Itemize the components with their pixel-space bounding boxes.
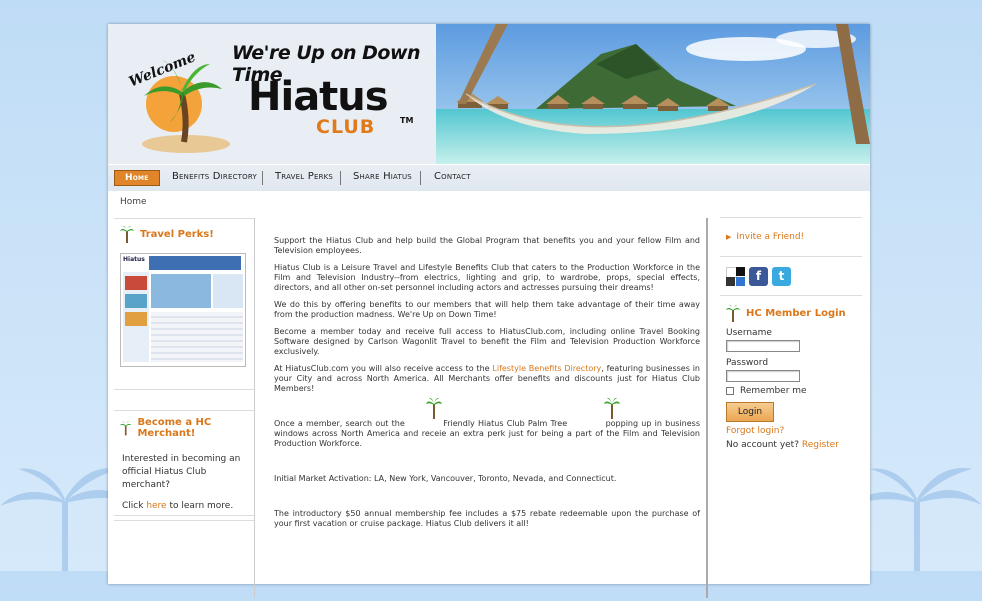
main-nav: Home Benefits Directory Travel Perks Sha…	[108, 165, 870, 191]
remember-label: Remember me	[740, 386, 807, 396]
membership-paragraph: Become a member today and receive full a…	[274, 327, 700, 356]
facebook-icon[interactable]: f	[749, 266, 768, 286]
column-divider	[706, 218, 708, 598]
thumb-content	[151, 312, 243, 362]
nav-benefits-directory[interactable]: Benefits Directory	[172, 171, 257, 182]
login-title: HC Member Login	[746, 307, 846, 319]
palm-sun-logo-icon: Welcome	[127, 49, 230, 153]
site-header: Welcome We're Up on Down Time Hiatus CLU…	[108, 24, 870, 164]
fee-paragraph: The introductory $50 annual membership f…	[274, 509, 700, 528]
brand-club: CLUB	[316, 116, 376, 138]
benefits-paragraph: We do this by offering benefits to our m…	[274, 300, 700, 319]
delicious-icon[interactable]	[726, 266, 745, 286]
nav-share-hiatus[interactable]: Share Hiatus	[353, 171, 412, 182]
markets-paragraph: Initial Market Activation: LA, New York,…	[274, 474, 617, 483]
password-input[interactable]	[726, 370, 800, 382]
trademark: TM	[400, 116, 414, 125]
intro-paragraph: Support the Hiatus Club and help build t…	[274, 236, 700, 255]
learn-more-link[interactable]: here	[146, 501, 166, 511]
main-content: Support the Hiatus Club and help build t…	[274, 236, 700, 536]
palm-tree-icon	[120, 421, 132, 436]
palm-tree-icon	[726, 304, 740, 322]
thumb-panel	[213, 274, 243, 308]
nav-travel-perks[interactable]: Travel Perks	[275, 171, 333, 182]
logo[interactable]: Welcome We're Up on Down Time Hiatus CLU…	[108, 24, 438, 164]
thumb-header: Hiatus	[123, 256, 145, 263]
left-empty-box	[114, 520, 254, 601]
invite-friend[interactable]: ▶ Invite a Friend!	[720, 217, 862, 257]
travel-perks-thumbnail[interactable]: Hiatus	[120, 253, 246, 367]
forgot-login-link[interactable]: Forgot login?	[726, 426, 784, 436]
directory-paragraph: At HiatusClub.com you will also receive …	[274, 364, 701, 393]
password-label: Password	[726, 358, 769, 368]
palm-tree-icon	[120, 225, 134, 243]
merchant-text: Interested in becoming an official Hiatu…	[122, 454, 241, 490]
palm-tree-icon	[426, 397, 442, 419]
column-divider	[254, 218, 255, 598]
nav-divider	[420, 171, 421, 185]
nav-divider	[340, 171, 341, 185]
register-line: No account yet? Register	[726, 440, 839, 450]
about-paragraph: Hiatus Club is a Leisure Travel and Life…	[274, 263, 700, 292]
thumb-image	[151, 274, 211, 308]
breadcrumb[interactable]: Home	[120, 197, 147, 207]
travel-perks-box: Travel Perks! Hiatus	[114, 218, 254, 390]
invite-friend-link[interactable]: Invite a Friend!	[736, 232, 804, 242]
username-input[interactable]	[726, 340, 800, 352]
thumb-photo-1	[125, 276, 147, 290]
thumb-banner	[149, 256, 241, 270]
right-sidebar: ▶ Invite a Friend! f t HC Member Login U…	[720, 217, 862, 458]
learn-more-line: Click here to learn more.	[122, 501, 234, 511]
left-sidebar: Travel Perks! Hiatus Become a HC Merchan…	[114, 218, 254, 601]
travel-perks-title[interactable]: Travel Perks!	[140, 229, 214, 240]
palm-tree-paragraph: Once a member, search out the Friendly H…	[274, 397, 700, 449]
login-button[interactable]: Login	[726, 402, 774, 422]
brand-name: Hiatus	[248, 74, 389, 120]
member-login: HC Member Login Username Password Rememb…	[720, 296, 862, 458]
register-link[interactable]: Register	[802, 440, 839, 450]
twitter-icon[interactable]: t	[772, 266, 791, 286]
arrow-right-icon: ▶	[726, 233, 732, 241]
nav-home[interactable]: Home	[114, 170, 160, 186]
page-container: Welcome We're Up on Down Time Hiatus CLU…	[108, 24, 870, 598]
username-label: Username	[726, 328, 772, 338]
palm-tree-icon	[604, 397, 620, 419]
social-links: f t	[720, 257, 862, 296]
hammock-beach-photo	[436, 24, 870, 164]
thumb-photo-3	[125, 312, 147, 326]
merchant-title[interactable]: Become a HC Merchant!	[137, 417, 248, 439]
merchant-box: Become a HC Merchant! Interested in beco…	[114, 410, 254, 516]
lifestyle-benefits-link[interactable]: Lifestyle Benefits Directory	[492, 364, 601, 373]
nav-contact[interactable]: Contact	[434, 171, 471, 182]
remember-checkbox[interactable]	[726, 387, 734, 395]
nav-divider	[262, 171, 263, 185]
thumb-photo-2	[125, 294, 147, 308]
